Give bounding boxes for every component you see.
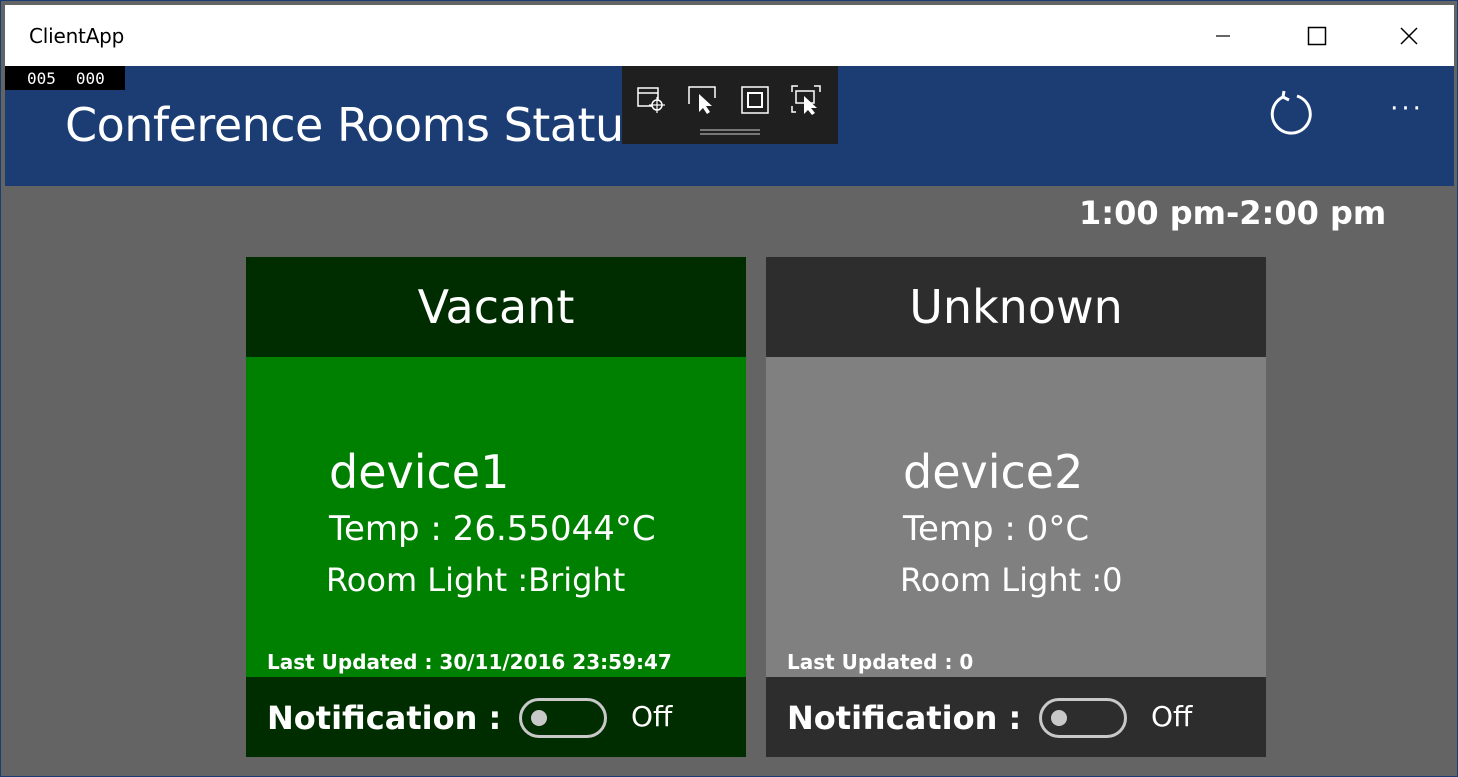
minimize-button[interactable] (1178, 5, 1268, 66)
toggle-knob (1051, 710, 1067, 726)
notification-toggle[interactable] (1039, 698, 1127, 738)
refresh-icon (1270, 90, 1312, 135)
room-card-body: device2 Temp : 0°C Room Light :0 Last Up… (766, 357, 1266, 677)
refresh-button[interactable] (1267, 90, 1315, 138)
room-status-header: Vacant (246, 257, 746, 357)
track-focus-button[interactable] (790, 84, 822, 116)
track-focus-icon (791, 85, 821, 115)
maximize-icon (1307, 26, 1327, 45)
toggle-knob (531, 710, 547, 726)
pointer-select-icon (688, 86, 716, 114)
frame-rate-counter: 005 000 (5, 66, 125, 90)
select-element-button[interactable] (636, 84, 668, 116)
page-title: Conference Rooms Status (65, 98, 648, 152)
debug-toolbar (622, 66, 838, 144)
last-updated: Last Updated : 0 (787, 650, 974, 674)
more-options-button[interactable]: ··· (1385, 94, 1429, 134)
room-light-reading: Room Light :Bright (326, 561, 626, 599)
frame-counter-value: 000 (75, 68, 105, 88)
title-bar: ClientApp (5, 5, 1454, 66)
layout-adorner-button[interactable] (739, 84, 771, 116)
window-title: ClientApp (29, 24, 125, 48)
pointer-select-button[interactable] (687, 84, 719, 116)
last-updated: Last Updated : 30/11/2016 23:59:47 (267, 650, 672, 674)
notification-label: Notification : (787, 699, 1022, 737)
device-name: device1 (329, 445, 510, 499)
app-window: ClientApp Conference Rooms Status ··· 00… (0, 0, 1458, 777)
room-light-reading: Room Light :0 (900, 561, 1123, 599)
toggle-state-label: Off (1151, 700, 1193, 733)
notification-bar: Notification : Off (766, 677, 1266, 757)
close-button[interactable] (1364, 5, 1454, 66)
frame-counter-value: 005 (27, 68, 56, 88)
room-card-body: device1 Temp : 26.55044°C Room Light :Br… (246, 357, 746, 677)
maximize-button[interactable] (1272, 5, 1362, 66)
device-name: device2 (903, 445, 1084, 499)
notification-label: Notification : (267, 699, 502, 737)
select-element-icon (637, 87, 665, 113)
room-status-header: Unknown (766, 257, 1266, 357)
notification-bar: Notification : Off (246, 677, 746, 757)
close-icon (1400, 26, 1418, 45)
notification-toggle[interactable] (519, 698, 607, 738)
time-slot: 1:00 pm-2:00 pm (1079, 194, 1387, 232)
toggle-state-label: Off (631, 700, 673, 733)
toolbar-grip[interactable] (700, 129, 760, 135)
temperature-reading: Temp : 0°C (903, 509, 1090, 549)
temperature-reading: Temp : 26.55044°C (329, 509, 656, 549)
room-card[interactable]: Vacant device1 Temp : 26.55044°C Room Li… (246, 257, 746, 757)
layout-adorner-icon (741, 86, 769, 114)
room-card[interactable]: Unknown device2 Temp : 0°C Room Light :0… (766, 257, 1266, 757)
minimize-icon (1216, 34, 1230, 37)
